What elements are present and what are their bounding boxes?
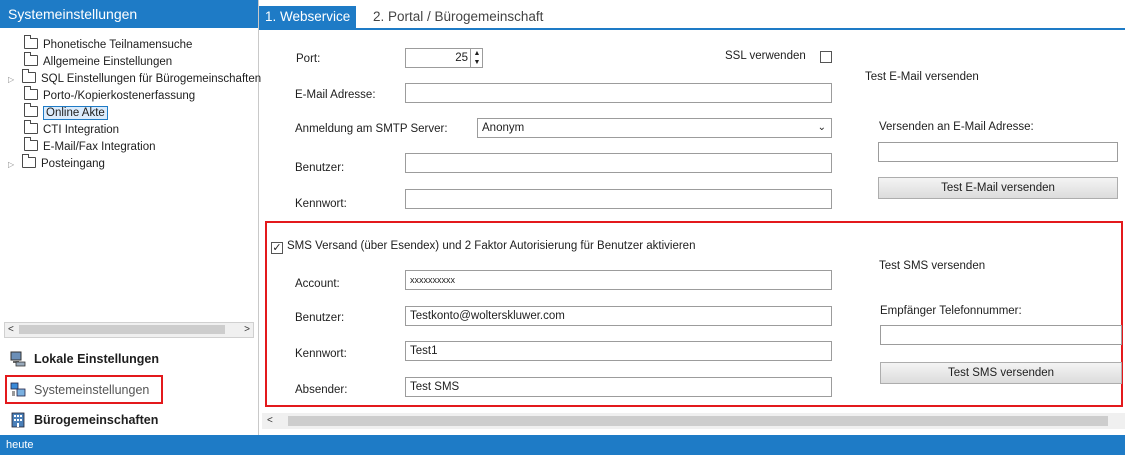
building-icon [11, 412, 25, 428]
expand-arrow-icon[interactable]: ▷ [8, 72, 16, 88]
test-sms-button[interactable]: Test SMS versenden [880, 362, 1122, 384]
tree-item-general-settings[interactable]: Allgemeine Einstellungen [24, 52, 172, 70]
sms-user-label: Benutzer: [295, 312, 345, 324]
sidebar-title: Systemeinstellungen [0, 0, 258, 28]
email-user-label: Benutzer: [295, 162, 345, 174]
tab-bar: 1. Webservice 2. Portal / Bürogemeinscha… [259, 0, 1125, 28]
scroll-left-icon[interactable]: < [267, 414, 273, 428]
email-user-input[interactable] [405, 153, 832, 173]
port-label: Port: [296, 53, 321, 65]
test-sms-phone-label: Empfänger Telefonnummer: [880, 305, 1022, 317]
sms-account-input[interactable]: xxxxxxxxxx [405, 270, 832, 290]
tree-item-sql-settings[interactable]: ▷ SQL Einstellungen für Bürogemeinschafte… [8, 69, 261, 88]
status-bar: heute [0, 435, 1125, 455]
tree-item-posteingang[interactable]: ▷ Posteingang [8, 154, 105, 173]
scrollbar-thumb[interactable] [19, 325, 225, 334]
folder-icon [24, 120, 38, 135]
folder-icon [24, 35, 38, 50]
sms-account-label: Account: [295, 278, 340, 290]
test-email-title: Test E-Mail versenden [865, 71, 979, 83]
scroll-left-icon[interactable]: < [8, 323, 14, 337]
test-email-recipient-input[interactable] [878, 142, 1118, 162]
port-spinner[interactable]: ▲ ▼ [470, 49, 483, 67]
scrollbar-thumb[interactable] [288, 416, 1108, 426]
tree-item-email-fax-integration[interactable]: E-Mail/Fax Integration [24, 137, 156, 155]
content-horizontal-scrollbar[interactable]: < [262, 413, 1125, 429]
sms-enable-label: SMS Versand (über Esendex) und 2 Faktor … [287, 240, 696, 252]
sms-password-label: Kennwort: [295, 348, 347, 360]
test-sms-title: Test SMS versenden [879, 260, 986, 272]
email-address-label: E-Mail Adresse: [295, 89, 376, 101]
tree-item-online-akte[interactable]: Online Akte [24, 103, 108, 121]
tab-webservice[interactable]: 1. Webservice [259, 6, 357, 28]
smtp-select-value: Anonym [482, 122, 525, 134]
folder-icon [24, 52, 38, 67]
folder-icon [24, 103, 38, 118]
smtp-label: Anmeldung am SMTP Server: [295, 123, 448, 135]
ssl-label: SSL verwenden [725, 50, 806, 62]
sms-user-input[interactable]: Testkonto@wolterskluwer.com [405, 306, 832, 326]
tab-underline [259, 28, 1125, 30]
chevron-down-icon: ⌄ [817, 122, 826, 133]
scroll-right-icon[interactable]: > [244, 323, 250, 337]
email-address-input[interactable] [405, 83, 832, 103]
nav-local-settings[interactable]: Lokale Einstellungen [0, 345, 258, 373]
sms-sender-label: Absender: [295, 384, 348, 396]
ssl-checkbox[interactable] [820, 51, 832, 63]
test-email-button[interactable]: Test E-Mail versenden [878, 177, 1118, 199]
folder-icon [22, 154, 36, 169]
expand-arrow-icon[interactable]: ▷ [8, 157, 16, 173]
nav-offices[interactable]: Bürogemeinschaften [0, 406, 258, 434]
tab-portal[interactable]: 2. Portal / Bürogemeinschaft [367, 6, 549, 28]
test-email-recipient-label: Versenden an E-Mail Adresse: [879, 121, 1034, 133]
tree-item-phonetic-search[interactable]: Phonetische Teilnamensuche [24, 35, 192, 53]
computer-icon [10, 351, 26, 367]
folder-icon [24, 137, 38, 152]
email-password-label: Kennwort: [295, 198, 347, 210]
highlight-frame [5, 375, 163, 404]
tree-item-postage-copy-costs[interactable]: Porto-/Kopierkostenerfassung [24, 86, 195, 104]
smtp-select[interactable]: Anonym ⌄ [477, 118, 832, 138]
folder-icon [24, 86, 38, 101]
tree-item-cti-integration[interactable]: CTI Integration [24, 120, 119, 138]
test-sms-phone-input[interactable] [880, 325, 1122, 345]
sidebar-horizontal-scrollbar[interactable]: < > [4, 322, 254, 338]
folder-icon [22, 69, 36, 84]
sms-sender-input[interactable]: Test SMS [405, 377, 832, 397]
sms-password-input[interactable]: Test1 [405, 341, 832, 361]
email-password-input[interactable] [405, 189, 832, 209]
sms-enable-checkbox[interactable]: ✓ [271, 242, 283, 254]
